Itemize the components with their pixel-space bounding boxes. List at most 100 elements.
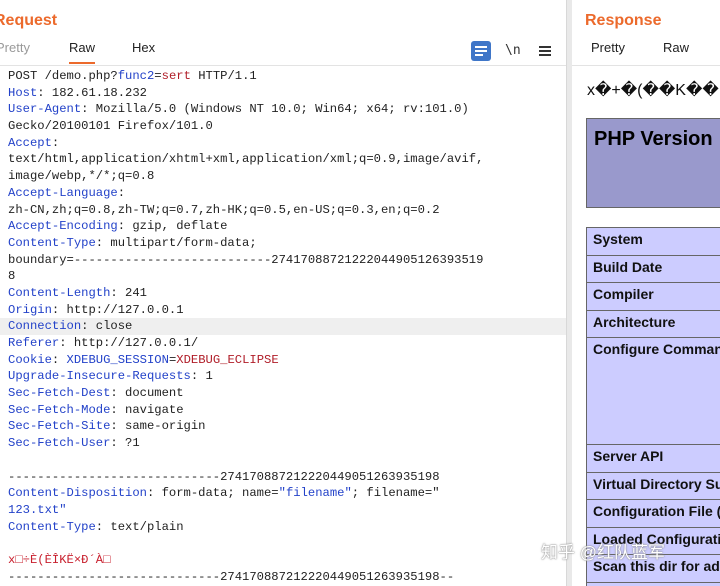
header-name: Sec-Fetch-Dest xyxy=(8,386,111,401)
request-line: 8 xyxy=(0,268,566,285)
header-name: Sec-Fetch-User xyxy=(8,436,111,451)
header-name: Connection xyxy=(8,319,82,334)
request-line xyxy=(0,535,566,552)
phpinfo-row: Build Date xyxy=(586,254,720,283)
header-name: Accept-Encoding xyxy=(8,219,118,234)
tab-raw-response[interactable]: Raw xyxy=(663,40,689,64)
header-name: Content-Disposition xyxy=(8,486,147,501)
phpinfo-label: System xyxy=(586,227,720,256)
phpinfo-label: Configure Command xyxy=(586,337,720,445)
phpinfo-label: Compiler xyxy=(586,282,720,311)
request-line: 123.txt" xyxy=(0,502,566,519)
line-text: sert xyxy=(161,69,191,83)
line-text: : xyxy=(51,352,67,367)
phpinfo-row: Additional .ini files parsed xyxy=(586,581,720,586)
request-line: Cookie: XDEBUG_SESSION=XDEBUG_ECLIPSE xyxy=(0,352,566,369)
line-text: : document xyxy=(110,386,184,401)
header-name: Accept-Language xyxy=(8,185,118,200)
watermark: 知乎 @红队蓝军 xyxy=(541,543,665,562)
wrap-lines-icon[interactable] xyxy=(471,41,491,61)
phpinfo-table: System Build Date Compiler Architecture Conf… xyxy=(586,227,720,586)
line-text: : same-origin xyxy=(110,419,206,434)
line-text: XDEBUG_ECLIPSE xyxy=(176,352,279,367)
line-text: : xyxy=(51,135,60,150)
line-text: Gecko/20100101 Firefox/101.0 xyxy=(8,119,213,134)
line-text: : xyxy=(117,185,126,200)
menu-icon[interactable] xyxy=(535,41,555,61)
request-line: Sec-Fetch-Site: same-origin xyxy=(0,418,566,435)
header-name: Content-Type xyxy=(8,519,96,534)
request-line: User-Agent: Mozilla/5.0 (Windows NT 10.0… xyxy=(0,101,566,118)
line-text: ; filename=" xyxy=(351,486,440,501)
phpinfo-label: Configuration File (php.ini) Path xyxy=(586,499,720,528)
tabs-divider xyxy=(0,65,566,66)
header-name: Cookie xyxy=(8,352,52,367)
line-text: HTTP/1.1 xyxy=(190,69,257,83)
phpinfo-label: Architecture xyxy=(586,309,720,338)
phpinfo-label: Additional .ini files parsed xyxy=(586,581,720,586)
tab-pretty[interactable]: Pretty xyxy=(0,40,30,64)
phpinfo-row: Server API xyxy=(586,444,720,473)
line-text: : form-data; name= xyxy=(146,486,279,501)
request-line xyxy=(0,452,566,469)
line-text: : text/plain xyxy=(95,519,184,534)
line-text: = xyxy=(154,69,162,83)
php-version-header: PHP Version xyxy=(586,118,720,208)
header-name: Sec-Fetch-Site xyxy=(8,419,111,434)
line-text: : http://127.0.0.1/ xyxy=(59,336,199,350)
line-text: "filename" xyxy=(278,486,352,501)
header-name: Accept xyxy=(8,135,52,150)
request-line: Gecko/20100101 Firefox/101.0 xyxy=(0,118,566,135)
tab-raw[interactable]: Raw xyxy=(69,40,96,64)
request-line: Referer: http://127.0.0.1/ xyxy=(0,335,566,352)
line-text: text/html,application/xhtml+xml,applicat… xyxy=(8,152,484,167)
request-line: Sec-Fetch-User: ?1 xyxy=(0,435,566,452)
line-text: image/webp,*/*;q=0.8 xyxy=(8,169,155,184)
request-title: Request xyxy=(0,12,58,29)
line-text: 8 xyxy=(8,269,16,284)
request-line: Accept: xyxy=(0,135,566,152)
request-line: Origin: http://127.0.0.1 xyxy=(0,302,566,319)
line-text: : ?1 xyxy=(110,436,140,451)
request-line: Sec-Fetch-Mode: navigate xyxy=(0,402,566,419)
header-name: func2 xyxy=(117,69,155,83)
response-title: Response xyxy=(585,12,662,29)
line-text: POST /demo.php? xyxy=(8,69,118,83)
header-name: Origin xyxy=(8,302,52,317)
line-text: : close xyxy=(81,319,133,334)
response-binary-text: x�+�(��K�� xyxy=(587,82,719,99)
tab-hex[interactable]: Hex xyxy=(132,40,155,64)
request-line: Connection: close xyxy=(0,318,566,335)
response-tabs-divider xyxy=(572,65,720,66)
newline-toggle-icon[interactable]: \n xyxy=(505,41,525,61)
tab-pretty-response[interactable]: Pretty xyxy=(591,40,625,64)
phpinfo-row: Configuration File (php.ini) Path xyxy=(586,499,720,528)
header-name: Referer xyxy=(8,336,60,350)
request-line: Accept-Encoding: gzip, deflate xyxy=(0,218,566,235)
request-line: Content-Type: multipart/form-data; xyxy=(0,235,566,252)
line-text: zh-CN,zh;q=0.8,zh-TW;q=0.7,zh-HK;q=0.5,e… xyxy=(8,202,440,217)
request-line: Content-Disposition: form-data; name="fi… xyxy=(0,485,566,502)
php-version-label: PHP Version xyxy=(594,128,713,150)
phpinfo-row: Architecture xyxy=(586,309,720,338)
request-line: Sec-Fetch-Dest: document xyxy=(0,385,566,402)
line-text: 123.txt" xyxy=(8,502,67,517)
line-text: : multipart/form-data; xyxy=(95,235,257,250)
line-text: : 1 xyxy=(190,369,213,384)
phpinfo-row: Configure Command xyxy=(586,337,720,445)
request-line: Accept-Language: xyxy=(0,185,566,202)
phpinfo-row: System xyxy=(586,227,720,256)
request-line: -----------------------------27417088721… xyxy=(0,569,566,586)
request-editor[interactable]: POST /demo.php?func2=sert HTTP/1.1 Host: … xyxy=(0,68,566,585)
request-line: boundary=---------------------------2741… xyxy=(0,252,566,269)
header-name: Upgrade-Insecure-Requests xyxy=(8,369,191,384)
request-line: POST /demo.php?func2=sert HTTP/1.1 xyxy=(0,68,566,85)
phpinfo-label: Virtual Directory Support xyxy=(586,471,720,500)
line-text: : gzip, deflate xyxy=(117,219,228,234)
request-line: Content-Type: text/plain xyxy=(0,519,566,536)
phpinfo-row: Virtual Directory Support xyxy=(586,471,720,500)
header-name: Sec-Fetch-Mode xyxy=(8,402,111,417)
request-line: x□÷È(ÈÎKË×Ð´À□ xyxy=(0,552,566,569)
header-name: User-Agent xyxy=(8,102,82,117)
response-panel: Response Pretty Raw x�+�(��K�� PHP Versi… xyxy=(572,0,720,586)
